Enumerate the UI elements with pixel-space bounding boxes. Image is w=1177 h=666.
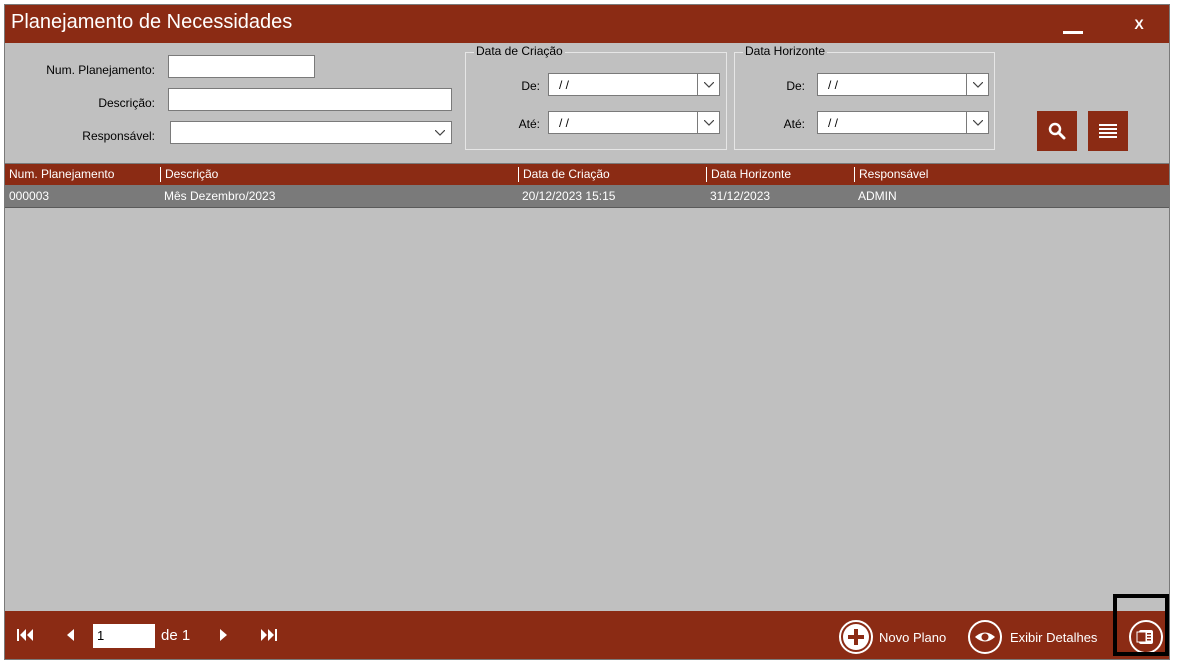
title-bar: Planejamento de Necessidades X: [5, 5, 1169, 43]
data-horizonte-ate-picker[interactable]: / /: [817, 111, 989, 134]
window-title: Planejamento de Necessidades: [11, 11, 293, 33]
data-criacao-title: Data de Criação: [474, 44, 565, 58]
last-page-button[interactable]: [261, 628, 277, 645]
list-button[interactable]: [1088, 111, 1128, 151]
novo-plano-button[interactable]: Novo Plano: [839, 620, 963, 654]
data-criacao-ate-value: / /: [559, 116, 570, 130]
planning-grid: Num. Planejamento Descrição Data de Cria…: [5, 163, 1169, 613]
novo-plano-label: Novo Plano: [879, 630, 947, 645]
num-planejamento-input[interactable]: [168, 55, 315, 78]
last-page-icon: [261, 629, 277, 641]
cell-data-criacao: 20/12/2023 15:15: [522, 189, 616, 203]
cell-data-horizonte: 31/12/2023: [710, 189, 771, 203]
minimize-icon: [1063, 31, 1083, 34]
data-horizonte-ate-label: Até:: [783, 117, 805, 131]
column-header-num-planejamento[interactable]: Num. Planejamento: [5, 167, 114, 182]
table-row[interactable]: 000003 Mês Dezembro/2023 20/12/2023 15:1…: [5, 185, 1169, 208]
responsavel-label: Responsável:: [82, 129, 155, 143]
cell-num-planejamento: 000003: [9, 189, 50, 203]
column-header-data-criacao[interactable]: Data de Criação: [518, 167, 610, 182]
data-horizonte-title: Data Horizonte: [743, 44, 828, 58]
data-horizonte-ate-value: / /: [828, 116, 839, 130]
chevron-down-icon[interactable]: [966, 112, 988, 133]
page-number-input[interactable]: 1: [93, 624, 155, 648]
main-window: Planejamento de Necessidades X Num. Plan…: [4, 4, 1170, 660]
previous-page-icon: [67, 629, 74, 641]
num-planejamento-label: Num. Planejamento:: [46, 63, 155, 77]
column-header-descricao[interactable]: Descrição: [160, 167, 218, 182]
search-icon: [1048, 122, 1066, 140]
responsavel-select[interactable]: [170, 121, 452, 144]
exibir-detalhes-label: Exibir Detalhes: [1010, 630, 1098, 645]
first-page-icon: [17, 629, 33, 641]
next-page-icon: [220, 629, 227, 641]
data-horizonte-de-label: De:: [786, 79, 805, 93]
chevron-down-icon[interactable]: [966, 74, 988, 95]
previous-page-button[interactable]: [65, 628, 75, 645]
descricao-input[interactable]: [168, 88, 452, 111]
data-criacao-de-picker[interactable]: / /: [548, 73, 720, 96]
first-page-button[interactable]: [17, 628, 33, 645]
footer-bar: 1 de 1 Novo Plano Exibir Detalhes: [5, 611, 1169, 659]
cell-descricao: Mês Dezembro/2023: [164, 189, 276, 203]
exibir-detalhes-button[interactable]: Exibir Detalhes: [968, 620, 1110, 654]
data-horizonte-de-value: / /: [828, 78, 839, 92]
plus-icon: [839, 620, 873, 654]
cell-responsavel: ADMIN: [858, 189, 897, 203]
next-page-button[interactable]: [219, 628, 229, 645]
data-criacao-ate-label: Até:: [518, 117, 540, 131]
column-header-responsavel[interactable]: Responsável: [854, 167, 928, 182]
close-button[interactable]: X: [1121, 9, 1157, 39]
search-button[interactable]: [1037, 111, 1077, 151]
data-horizonte-group: Data Horizonte De: / / Até: / /: [734, 44, 995, 150]
descricao-label: Descrição:: [98, 96, 155, 110]
column-header-data-horizonte[interactable]: Data Horizonte: [706, 167, 791, 182]
minimize-button[interactable]: [1055, 7, 1091, 41]
data-criacao-de-label: De:: [521, 79, 540, 93]
chevron-down-icon[interactable]: [697, 74, 719, 95]
chevron-down-icon[interactable]: [697, 112, 719, 133]
data-criacao-de-value: / /: [559, 78, 570, 92]
data-horizonte-de-picker[interactable]: / /: [817, 73, 989, 96]
chevron-down-icon: [429, 122, 451, 143]
grid-header: Num. Planejamento Descrição Data de Cria…: [5, 164, 1169, 185]
list-icon: [1099, 124, 1117, 138]
data-criacao-ate-picker[interactable]: / /: [548, 111, 720, 134]
eye-icon: [968, 620, 1002, 654]
page-count: de 1: [161, 627, 191, 644]
highlight-box: [1113, 594, 1169, 656]
data-criacao-group: Data de Criação De: / / Até: / /: [465, 44, 727, 150]
